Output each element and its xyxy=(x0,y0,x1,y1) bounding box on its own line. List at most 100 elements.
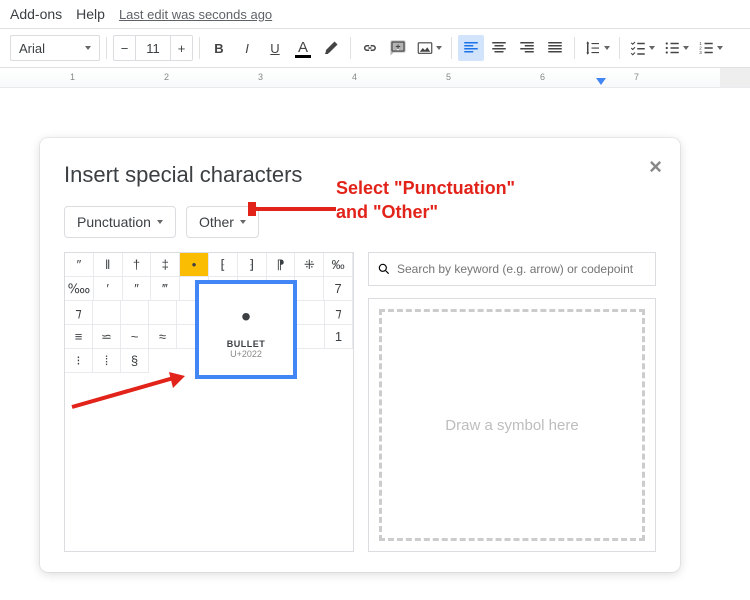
checklist-icon xyxy=(629,39,647,57)
ruler-number: 6 xyxy=(540,72,545,82)
bullet-list-button[interactable] xyxy=(660,35,692,61)
separator xyxy=(350,37,351,59)
char-cell[interactable]: ″ xyxy=(123,277,152,301)
draw-hint: Draw a symbol here xyxy=(445,417,578,434)
align-left-button[interactable] xyxy=(458,35,484,61)
char-cell[interactable]: ⁊ xyxy=(325,301,353,325)
align-center-button[interactable] xyxy=(486,35,512,61)
category-label: Punctuation xyxy=(77,214,151,230)
char-cell[interactable]: ≈ xyxy=(149,325,177,349)
ruler: 1234567 xyxy=(0,68,750,88)
menubar: Add-ons Help Last edit was seconds ago xyxy=(0,0,750,28)
ruler-number: 5 xyxy=(446,72,451,82)
draw-area[interactable]: Draw a symbol here xyxy=(379,309,645,541)
char-cell[interactable]: ⁆ xyxy=(238,253,267,277)
comment-icon xyxy=(389,39,407,57)
ruler-number: 7 xyxy=(634,72,639,82)
separator xyxy=(619,37,620,59)
char-cell[interactable] xyxy=(93,301,121,325)
underline-button[interactable]: U xyxy=(262,35,288,61)
char-cell[interactable]: • xyxy=(180,253,209,277)
category-dropdown[interactable]: Punctuation xyxy=(64,206,176,238)
highlight-icon xyxy=(322,39,340,57)
char-cell[interactable]: ≡ xyxy=(65,325,93,349)
tooltip-code: U+2022 xyxy=(230,349,262,359)
chevron-down-icon xyxy=(157,220,163,224)
ruler-margin xyxy=(720,68,750,87)
char-cell[interactable] xyxy=(149,301,177,325)
char-cell[interactable]: ‖ xyxy=(94,253,123,277)
bold-button[interactable]: B xyxy=(206,35,232,61)
number-list-button[interactable]: 123 xyxy=(694,35,726,61)
menu-addons[interactable]: Add-ons xyxy=(10,6,62,22)
annotation-line2: and "Other" xyxy=(336,200,515,224)
toolbar: Arial − 11 + B I U A xyxy=(0,28,750,68)
ruler-number: 4 xyxy=(352,72,357,82)
annotation-text: Select "Punctuation" and "Other" xyxy=(336,176,515,225)
char-cell[interactable]: § xyxy=(121,349,149,373)
char-cell[interactable]: ~ xyxy=(121,325,149,349)
text-color-button[interactable]: A xyxy=(290,35,316,61)
link-icon xyxy=(361,39,379,57)
menu-help[interactable]: Help xyxy=(76,6,105,22)
comment-button[interactable] xyxy=(385,35,411,61)
char-cell[interactable]: ″ xyxy=(65,253,94,277)
char-cell[interactable]: ‰ xyxy=(324,253,353,277)
chevron-down-icon xyxy=(85,46,91,50)
char-cell[interactable]: 1 xyxy=(325,325,353,349)
decrease-size-button[interactable]: − xyxy=(114,36,136,60)
separator xyxy=(199,37,200,59)
font-select[interactable]: Arial xyxy=(10,35,100,61)
char-cell[interactable]: ‴ xyxy=(151,277,180,301)
highlight-button[interactable] xyxy=(318,35,344,61)
svg-text:3: 3 xyxy=(699,50,702,55)
checklist-button[interactable] xyxy=(626,35,658,61)
subcategory-dropdown[interactable]: Other xyxy=(186,206,259,238)
char-cell[interactable]: ⁅ xyxy=(209,253,238,277)
char-cell[interactable]: ‱ xyxy=(65,277,94,301)
char-cell[interactable]: ⋍ xyxy=(93,325,121,349)
align-right-button[interactable] xyxy=(514,35,540,61)
char-cell[interactable]: ⁞ xyxy=(93,349,121,373)
dialog-body: ″‖†‡•⁅⁆⁋⁜‰ ‱′″‴7 ⁊⁊ ≡⋍~≈1 ⁝⁞§ • BULLET U… xyxy=(64,252,656,552)
char-cell[interactable]: ‡ xyxy=(151,253,180,277)
link-button[interactable] xyxy=(357,35,383,61)
last-edit-link[interactable]: Last edit was seconds ago xyxy=(119,7,272,22)
align-justify-button[interactable] xyxy=(542,35,568,61)
chevron-down-icon xyxy=(240,220,246,224)
number-list-icon: 123 xyxy=(697,39,715,57)
subcategory-label: Other xyxy=(199,214,234,230)
line-spacing-icon xyxy=(584,39,602,57)
ruler-marker[interactable] xyxy=(596,78,606,85)
font-name: Arial xyxy=(19,41,45,56)
ruler-number: 1 xyxy=(70,72,75,82)
separator xyxy=(451,37,452,59)
align-left-icon xyxy=(462,39,480,57)
search-input[interactable] xyxy=(397,262,647,276)
font-size-value[interactable]: 11 xyxy=(136,41,170,56)
char-row-1: ″‖†‡•⁅⁆⁋⁜‰ xyxy=(65,253,353,277)
char-cell[interactable]: ⁊ xyxy=(65,301,93,325)
image-button[interactable] xyxy=(413,35,445,61)
char-cell[interactable]: ⁜ xyxy=(295,253,324,277)
italic-button[interactable]: I xyxy=(234,35,260,61)
char-cell[interactable]: † xyxy=(123,253,152,277)
font-size-group: − 11 + xyxy=(113,35,193,61)
char-cell[interactable]: ′ xyxy=(94,277,123,301)
increase-size-button[interactable]: + xyxy=(170,36,192,60)
align-center-icon xyxy=(490,39,508,57)
char-cell[interactable]: ⁝ xyxy=(65,349,93,373)
char-cell[interactable]: ⁋ xyxy=(267,253,296,277)
char-cell[interactable]: 7 xyxy=(324,277,353,301)
close-button[interactable]: × xyxy=(649,154,662,180)
line-spacing-button[interactable] xyxy=(581,35,613,61)
align-justify-icon xyxy=(546,39,564,57)
align-right-icon xyxy=(518,39,536,57)
image-icon xyxy=(416,39,434,57)
char-cell[interactable] xyxy=(121,301,149,325)
draw-zone: Draw a symbol here xyxy=(368,298,656,552)
ruler-number: 2 xyxy=(164,72,169,82)
bullet-list-icon xyxy=(663,39,681,57)
char-tooltip: • BULLET U+2022 xyxy=(195,280,297,379)
char-cell[interactable] xyxy=(295,277,324,301)
